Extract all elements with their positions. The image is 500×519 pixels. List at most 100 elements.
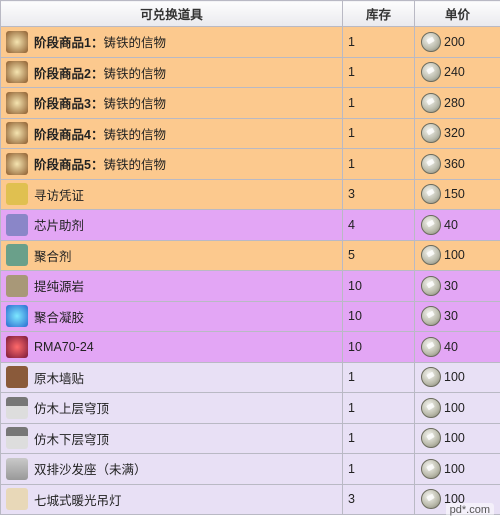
item-stock: 10 (342, 331, 415, 363)
item-price: 320 (444, 126, 465, 141)
item-stock: 10 (342, 270, 415, 302)
table-row: 原木墙贴 1 100 (0, 361, 500, 393)
item-name: RMA70-24 (34, 339, 94, 354)
coin-icon (421, 275, 441, 296)
item-stock: 5 (342, 239, 415, 271)
item-price: 100 (444, 461, 465, 476)
item-name: 铸铁的信物 (103, 158, 166, 173)
polymerizer-icon (6, 244, 28, 267)
item-stock: 1 (342, 87, 415, 119)
header-price: 单价 (414, 0, 500, 27)
item-name-prefix: 阶段商品1： (34, 36, 104, 51)
item-stock: 1 (342, 392, 415, 424)
item-name: 铸铁的信物 (103, 66, 166, 81)
item-name: 双排沙发座（未满） (34, 463, 147, 478)
item-name-prefix: 阶段商品4： (34, 127, 104, 142)
item-stock: 1 (342, 26, 415, 58)
table-row: 双排沙发座（未满） 1 100 (0, 453, 500, 485)
lamp-icon (6, 488, 28, 511)
item-stock: 3 (342, 483, 415, 515)
table-row: 寻访凭证 3 150 (0, 178, 500, 210)
item-stock: 4 (342, 209, 415, 241)
item-stock: 1 (342, 117, 415, 149)
item-price: 40 (444, 217, 458, 232)
item-name-prefix: 阶段商品5： (34, 158, 104, 173)
item-name: 仿木上层穹顶 (34, 402, 110, 417)
table-row: 阶段商品1： 铸铁的信物 1 200 (0, 26, 500, 58)
item-stock: 1 (342, 361, 415, 393)
watermark: pd*.com (445, 503, 494, 517)
item-name: 聚合剂 (34, 249, 72, 264)
item-price: 100 (444, 370, 465, 385)
item-price: 100 (444, 248, 465, 263)
stage-gift-icon (6, 152, 28, 175)
table-row: 阶段商品3： 铸铁的信物 1 280 (0, 87, 500, 119)
gel-icon (6, 305, 28, 328)
rma-icon (6, 335, 28, 358)
table-row: 仿木上层穹顶 1 100 (0, 392, 500, 424)
item-name: 提纯源岩 (34, 280, 85, 295)
coin-icon (421, 92, 441, 113)
item-stock: 1 (342, 56, 415, 88)
coin-icon (421, 214, 441, 235)
table-header-row: 可兑换道具 库存 单价 (0, 0, 500, 27)
coin-icon (421, 184, 441, 205)
table-row: 阶段商品2： 铸铁的信物 1 240 (0, 56, 500, 88)
wood-wall-icon (6, 366, 28, 389)
orirock-icon (6, 274, 28, 297)
item-stock: 1 (342, 148, 415, 180)
coin-icon (421, 306, 441, 327)
ceiling-icon (6, 396, 28, 419)
item-price: 40 (444, 339, 458, 354)
header-stock: 库存 (342, 0, 415, 27)
item-name: 仿木下层穹顶 (34, 432, 110, 447)
exchange-table-container: 可兑换道具 库存 单价 阶段商品1： 铸铁的信物 1 200 阶段商品2： 铸铁的信… (0, 0, 500, 519)
item-stock: 1 (342, 453, 415, 485)
coin-icon (421, 336, 441, 357)
item-name-prefix: 阶段商品3： (34, 97, 104, 112)
header-item: 可兑换道具 (0, 0, 343, 27)
item-price: 150 (444, 187, 465, 202)
item-name: 聚合凝胶 (34, 310, 85, 325)
item-stock: 1 (342, 422, 415, 454)
item-price: 30 (444, 309, 458, 324)
stage-gift-icon (6, 122, 28, 145)
item-stock: 3 (342, 178, 415, 210)
coin-icon (421, 153, 441, 174)
item-name: 寻访凭证 (34, 188, 85, 203)
chip-catalyst-icon (6, 213, 28, 236)
table-row: 七城式暖光吊灯 3 100 (0, 483, 500, 515)
item-name: 原木墙贴 (34, 371, 85, 386)
table-row: 阶段商品4： 铸铁的信物 1 320 (0, 117, 500, 149)
item-price: 360 (444, 156, 465, 171)
table-row: 聚合剂 5 100 (0, 239, 500, 271)
coin-icon (421, 489, 441, 510)
item-name: 铸铁的信物 (103, 97, 166, 112)
voucher-icon (6, 183, 28, 206)
item-name-prefix: 阶段商品2： (34, 66, 104, 81)
table-row: 芯片助剂 4 40 (0, 209, 500, 241)
coin-icon (421, 62, 441, 83)
item-price: 280 (444, 95, 465, 110)
exchange-table: 可兑换道具 库存 单价 阶段商品1： 铸铁的信物 1 200 阶段商品2： 铸铁的信… (0, 0, 500, 515)
item-price: 240 (444, 65, 465, 80)
coin-icon (421, 245, 441, 266)
sofa-icon (6, 457, 28, 480)
table-row: 聚合凝胶 10 30 (0, 300, 500, 332)
item-price: 100 (444, 400, 465, 415)
table-row: RMA70-24 10 40 (0, 331, 500, 363)
ceiling-icon (6, 427, 28, 450)
coin-icon (421, 397, 441, 418)
coin-icon (421, 31, 441, 52)
stage-gift-icon (6, 30, 28, 53)
item-name: 芯片助剂 (34, 219, 85, 234)
item-price: 100 (444, 431, 465, 446)
item-name: 铸铁的信物 (103, 127, 166, 142)
coin-icon (421, 123, 441, 144)
stage-gift-icon (6, 61, 28, 84)
table-row: 仿木下层穹顶 1 100 (0, 422, 500, 454)
item-stock: 10 (342, 300, 415, 332)
stage-gift-icon (6, 91, 28, 114)
item-price: 200 (444, 34, 465, 49)
table-row: 阶段商品5： 铸铁的信物 1 360 (0, 148, 500, 180)
